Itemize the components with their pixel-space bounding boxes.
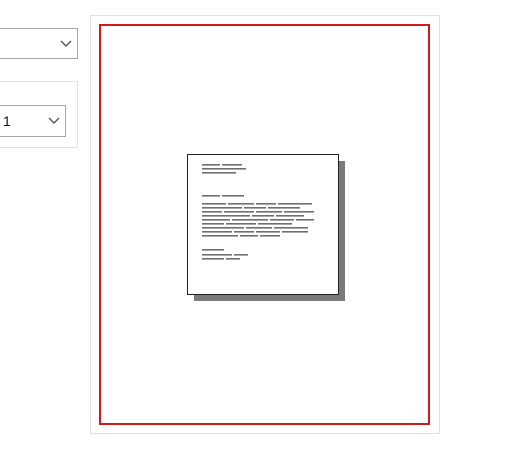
copies-dropdown[interactable]: 1 bbox=[0, 105, 66, 137]
copies-dropdown-value: 1 bbox=[3, 113, 11, 129]
chevron-down-icon bbox=[47, 106, 61, 136]
top-dropdown[interactable] bbox=[0, 28, 78, 59]
document-thumbnail-icon bbox=[187, 154, 339, 295]
print-dialog: 1 bbox=[0, 0, 529, 449]
chevron-down-icon bbox=[59, 29, 73, 58]
